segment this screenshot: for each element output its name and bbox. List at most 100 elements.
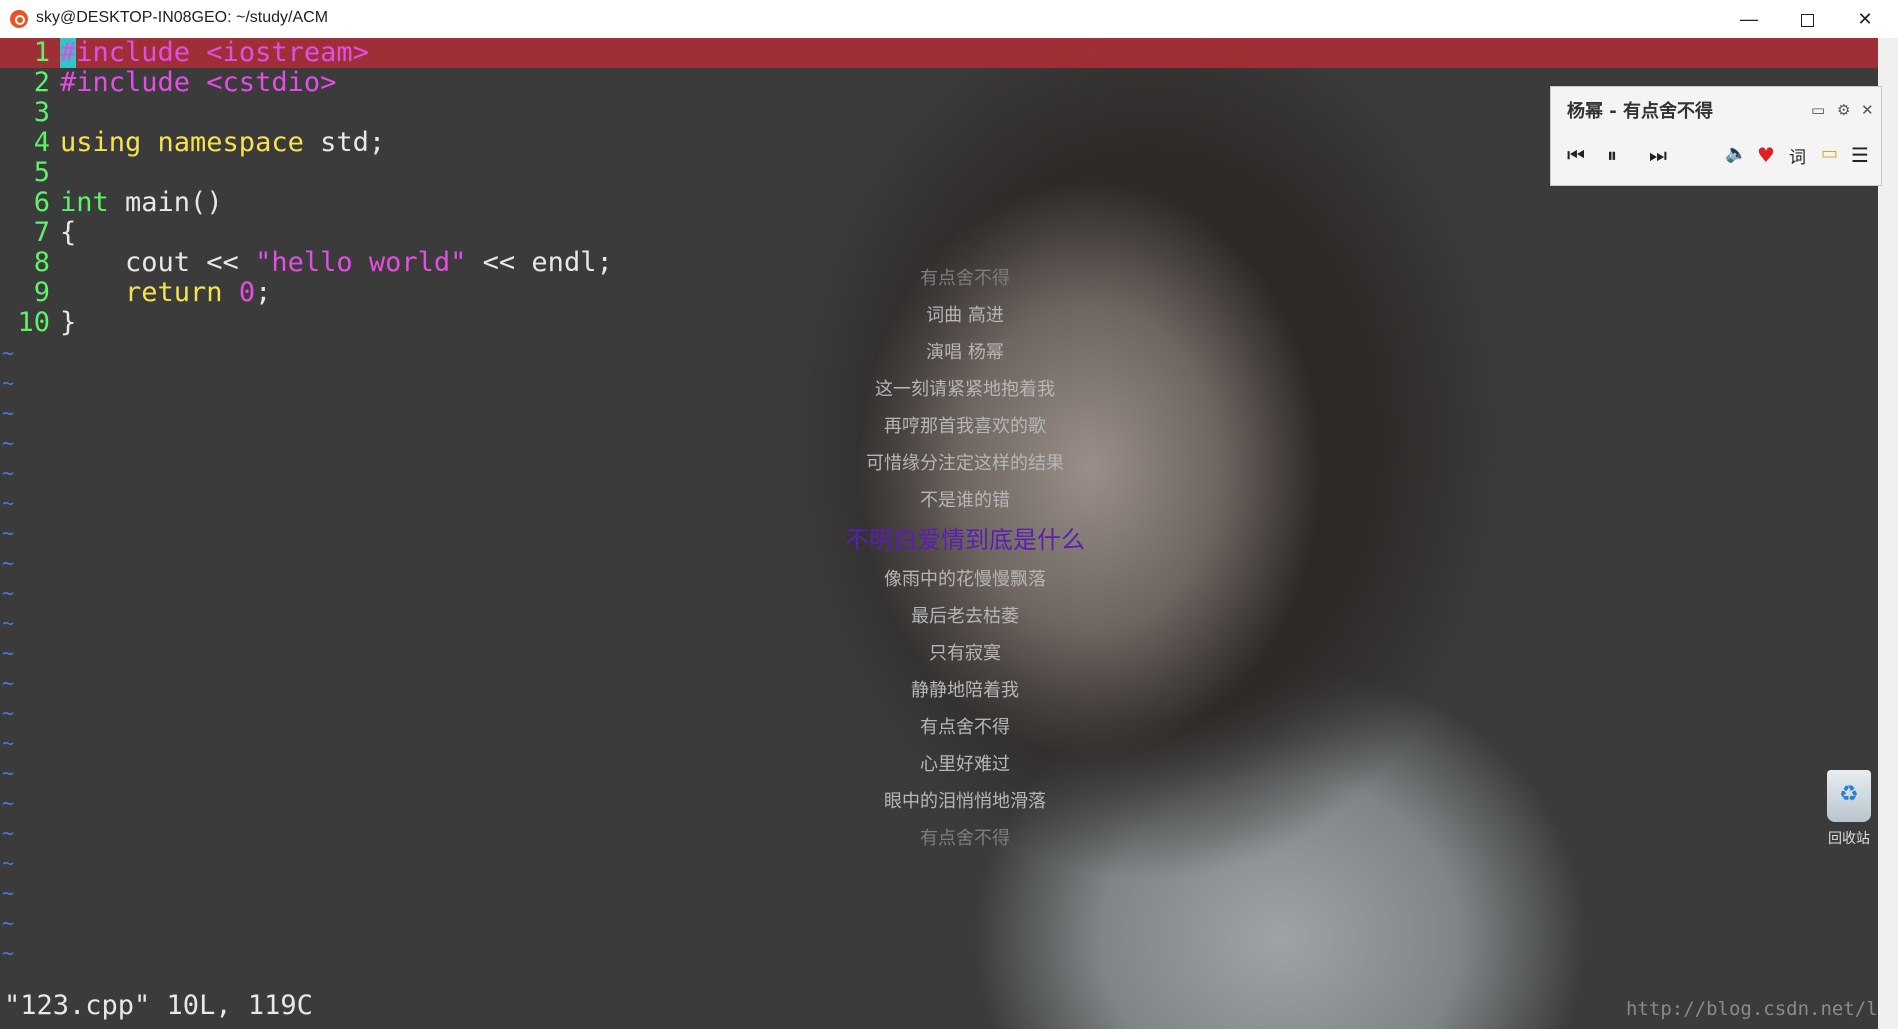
code-line: 10} [0, 308, 613, 338]
lyric-line: 这一刻请紧紧地抱着我 [875, 379, 1055, 400]
code-keyword: using namespace [60, 127, 304, 158]
code-line: 7{ [0, 218, 613, 248]
blog-watermark: http://blog.csdn.net/lcuw [1626, 998, 1878, 1020]
code-line: 4 using namespace std; [0, 128, 613, 158]
terminal-area[interactable]: 1 #include <iostream> 2 #include <cstdio> … [0, 38, 1878, 1029]
volume-icon[interactable]: 🔈 [1725, 143, 1747, 164]
lyric-line: 眼中的泪悄悄地滑落 [884, 791, 1046, 812]
empty-line-marker: ~ [2, 941, 15, 965]
code-text: } [60, 307, 77, 338]
empty-line-marker: ~ [2, 671, 15, 695]
empty-line-marker: ~ [2, 851, 15, 875]
empty-line-marker: ~ [2, 881, 15, 905]
empty-line-marker: ~ [2, 611, 15, 635]
empty-line-marker: ~ [2, 761, 15, 785]
tv-icon[interactable]: ▭ [1821, 143, 1838, 164]
code-text: { [60, 217, 77, 248]
pause-icon[interactable]: ⏸ [1607, 143, 1617, 167]
code-keyword: return [60, 277, 223, 308]
lyric-line: 演唱 杨幂 [926, 342, 1004, 363]
lyric-line: 有点舍不得 [920, 828, 1010, 849]
line-number: 6 [33, 187, 50, 218]
maximize-button[interactable] [1778, 0, 1836, 38]
empty-line-marker: ~ [2, 701, 15, 725]
close-window-button[interactable]: ✕ [1836, 0, 1894, 38]
lyric-line: 不是谁的错 [920, 490, 1010, 511]
lyric-line: 只有寂寞 [929, 643, 1001, 664]
empty-line-marker: ~ [2, 821, 15, 845]
code-line: 2 #include <cstdio> [0, 68, 613, 98]
window-title: sky@DESKTOP-IN08GEO: ~/study/ACM [36, 9, 329, 26]
empty-line-markers: ~ ~ ~ ~ ~ ~ ~ ~ ~ ~ ~ ~ ~ ~ ~ ~ ~ ~ ~ ~ ~ [2, 338, 14, 968]
code-line: 6 int main() [0, 188, 613, 218]
previous-icon[interactable]: ⏮ [1567, 143, 1585, 167]
empty-line-marker: ~ [2, 491, 15, 515]
next-icon[interactable]: ⏭ [1649, 143, 1667, 167]
line-number: 3 [33, 97, 50, 128]
close-icon[interactable]: ✕ [1861, 101, 1874, 119]
close-icon: ✕ [1857, 9, 1873, 29]
lyric-line: 再哼那首我喜欢的歌 [884, 416, 1046, 437]
empty-line-marker: ~ [2, 551, 15, 575]
empty-line-marker: ~ [2, 371, 15, 395]
code-line: 5 [0, 158, 613, 188]
desktop-lyrics: 有点舍不得 词曲 高进 演唱 杨幂 这一刻请紧紧地抱着我 再哼那首我喜欢的歌 可惜缘分注定… [760, 260, 1170, 857]
empty-line-marker: ~ [2, 341, 15, 365]
minimize-button[interactable]: — [1720, 0, 1778, 38]
empty-line-marker: ~ [2, 431, 15, 455]
vim-status-line: "123.cpp" 10L, 119C [4, 990, 313, 1021]
lyric-line: 最后老去枯萎 [911, 606, 1019, 627]
minimize-icon: — [1740, 9, 1758, 29]
empty-line-marker: ~ [2, 641, 15, 665]
song-title: 杨幂 - 有点舍不得 [1567, 101, 1714, 122]
empty-line-marker: ~ [2, 581, 15, 605]
music-player: 杨幂 - 有点舍不得 ▭ ⚙ ✕ ⏮ ⏸ ⏭ 🔈 ♥ 词 ▭ ☰ [1550, 86, 1882, 186]
lyric-line: 词曲 高进 [926, 305, 1004, 326]
line-number: 1 [33, 38, 50, 68]
code-text: #include <cstdio> [60, 67, 337, 98]
code-line: 9 return 0; [0, 278, 613, 308]
maximize-icon [1800, 13, 1814, 27]
code-string: "hello world" [255, 247, 467, 278]
empty-line-marker: ~ [2, 911, 15, 935]
line-number: 4 [33, 127, 50, 158]
code-line: 8 cout << "hello world" << endl; [0, 248, 613, 278]
current-lyric-line: 不明白爱情到底是什么 [845, 526, 1085, 554]
code-text: ; [255, 277, 272, 308]
code-text: cout << [60, 247, 256, 278]
lyric-line: 可惜缘分注定这样的结果 [866, 453, 1064, 474]
vertical-scrollbar[interactable] [1878, 38, 1898, 1029]
empty-line-marker: ~ [2, 521, 15, 545]
lyric-line: 有点舍不得 [920, 717, 1010, 738]
code-text: << endl; [466, 247, 613, 278]
empty-line-marker: ~ [2, 401, 15, 425]
code-text: include <iostream> [76, 38, 369, 68]
lyric-line: 有点舍不得 [920, 268, 1010, 289]
line-number: 5 [33, 157, 50, 188]
code-text: std; [303, 127, 386, 158]
text-cursor: # [60, 38, 77, 68]
line-number: 2 [33, 67, 50, 98]
empty-line-marker: ~ [2, 731, 15, 755]
playlist-icon[interactable]: ☰ [1851, 143, 1869, 167]
code-editor[interactable]: 1 #include <iostream> 2 #include <cstdio> … [0, 38, 613, 338]
heart-icon[interactable]: ♥ [1757, 143, 1775, 167]
line-number: 7 [33, 217, 50, 248]
code-text: main() [108, 187, 223, 218]
empty-line-marker: ~ [2, 791, 15, 815]
settings-icon[interactable]: ⚙ [1837, 101, 1850, 119]
lyric-line: 像雨中的花慢慢飘落 [884, 569, 1046, 590]
line-number: 10 [17, 307, 50, 338]
empty-line-marker: ~ [2, 461, 15, 485]
window-titlebar: sky@DESKTOP-IN08GEO: ~/study/ACM — ✕ [0, 0, 1898, 39]
mini-mode-icon[interactable]: ▭ [1811, 101, 1825, 119]
ubuntu-icon [10, 10, 28, 28]
code-line: 3 [0, 98, 613, 128]
recycle-bin-label: 回收站 [1828, 831, 1870, 847]
recycle-bin-icon [1827, 770, 1871, 822]
code-line: 1 #include <iostream> [0, 38, 613, 68]
lyrics-button[interactable]: 词 [1789, 143, 1806, 168]
line-number: 8 [33, 247, 50, 278]
lyric-line: 心里好难过 [920, 754, 1010, 775]
recycle-bin[interactable]: 回收站 [1818, 770, 1880, 848]
